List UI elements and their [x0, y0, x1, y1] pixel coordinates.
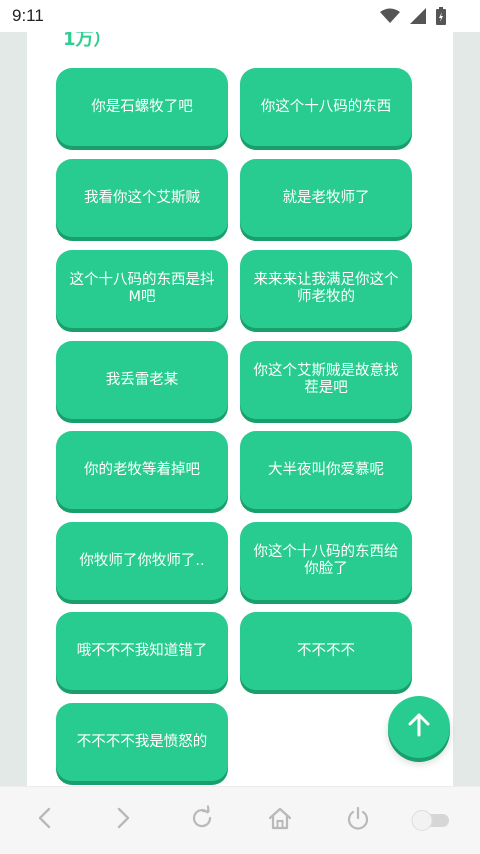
phrase-button[interactable]: 不不不不我是愤怒的 — [56, 703, 228, 781]
phrase-button[interactable]: 你是石螺牧了吧 — [56, 68, 228, 146]
toggle-switch[interactable] — [408, 805, 452, 835]
chevron-left-icon — [35, 806, 55, 834]
status-time: 9:11 — [12, 6, 44, 25]
home-button[interactable] — [265, 805, 295, 835]
forward-button[interactable] — [108, 805, 138, 835]
phrase-button[interactable]: 你这个十八码的东西 — [240, 68, 412, 146]
phrase-button[interactable]: 你牧师了你牧师了.. — [56, 522, 228, 600]
refresh-icon — [189, 805, 215, 835]
home-icon — [267, 805, 293, 835]
scroll-top-button[interactable] — [388, 696, 450, 758]
battery-icon — [436, 7, 446, 29]
arrow-up-icon — [406, 712, 432, 742]
status-bar: 9:11 — [0, 0, 480, 32]
phrase-button[interactable]: 就是老牧师了 — [240, 159, 412, 237]
signal-icon — [410, 8, 426, 28]
phrase-button[interactable]: 我看你这个艾斯贼 — [56, 159, 228, 237]
refresh-button[interactable] — [187, 805, 217, 835]
phrase-button[interactable]: 你的老牧等着掉吧 — [56, 431, 228, 509]
phrase-button[interactable]: 大半夜叫你爱慕呢 — [240, 431, 412, 509]
phrase-button[interactable]: 这个十八码的东西是抖M吧 — [56, 250, 228, 328]
back-button[interactable] — [30, 805, 60, 835]
wifi-icon — [380, 8, 400, 28]
browser-toolbar — [0, 786, 480, 854]
status-icons — [380, 7, 446, 29]
chevron-right-icon — [113, 806, 133, 834]
phrase-button[interactable]: 不不不不 — [240, 612, 412, 690]
phrase-button[interactable]: 你这个艾斯贼是故意找茬是吧 — [240, 341, 412, 419]
phrase-button[interactable]: 我丢雷老某 — [56, 341, 228, 419]
power-icon — [345, 805, 371, 835]
phrase-button[interactable]: 来来来让我满足你这个师老牧的 — [240, 250, 412, 328]
power-button[interactable] — [343, 805, 373, 835]
phrase-button[interactable]: 你这个十八码的东西给你脸了 — [240, 522, 412, 600]
phrase-button[interactable]: 哦不不不我知道错了 — [56, 612, 228, 690]
